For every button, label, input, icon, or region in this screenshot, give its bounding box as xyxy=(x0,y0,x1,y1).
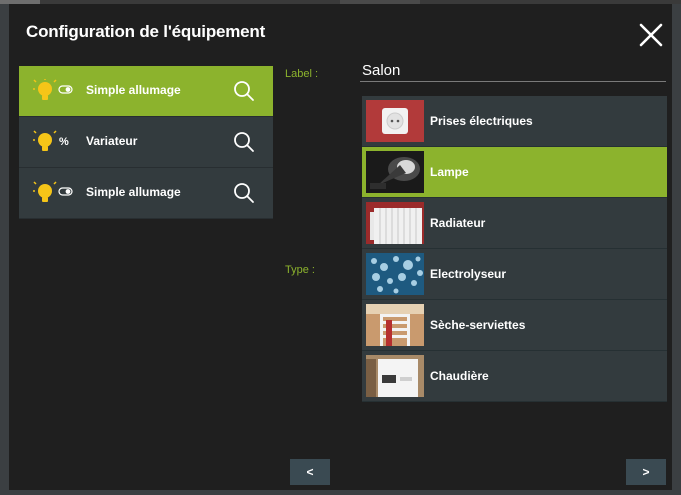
close-icon xyxy=(639,23,663,47)
type-label: Prises électriques xyxy=(430,114,533,128)
type-item-lampe[interactable]: Lampe xyxy=(362,147,667,198)
type-item-prises[interactable]: Prises électriques xyxy=(362,96,667,147)
type-field-label: Type : xyxy=(285,264,315,276)
bulb-switch-icon xyxy=(33,79,77,103)
electrolyser-photo xyxy=(366,253,424,295)
label-field-label: Label : xyxy=(285,68,319,80)
radiator-photo xyxy=(366,202,424,244)
close-button[interactable] xyxy=(638,22,664,48)
svg-text:%: % xyxy=(59,136,69,148)
type-item-radiateur[interactable]: Radiateur xyxy=(362,198,667,249)
search-icon[interactable] xyxy=(233,131,255,153)
bulb-switch-icon xyxy=(33,181,77,205)
label-input[interactable] xyxy=(360,60,666,82)
next-page-button[interactable]: > xyxy=(626,459,666,485)
towel-dryer-photo xyxy=(366,304,424,346)
type-label: Radiateur xyxy=(430,216,486,230)
background-bottom xyxy=(0,490,681,495)
device-list: Simple allumage % Variateur Simple allum… xyxy=(19,66,273,219)
search-icon[interactable] xyxy=(233,80,255,102)
search-icon[interactable] xyxy=(233,182,255,204)
type-item-electrolyseur[interactable]: Electrolyseur xyxy=(362,249,667,300)
type-item-chaudiere[interactable]: Chaudière xyxy=(362,351,667,402)
boiler-photo xyxy=(366,355,424,397)
device-label: Simple allumage xyxy=(86,83,181,97)
lamp-photo xyxy=(366,151,424,193)
device-item-simple-allumage-2[interactable]: Simple allumage xyxy=(19,168,273,219)
type-label: Sèche-serviettes xyxy=(430,318,526,332)
background-right xyxy=(672,4,681,495)
type-label: Chaudière xyxy=(430,369,489,383)
modal-title: Configuration de l'équipement xyxy=(26,22,266,41)
type-label: Lampe xyxy=(430,165,469,179)
type-label: Electrolyseur xyxy=(430,267,507,281)
type-list: Prises électriques Lampe Radiateur Elect… xyxy=(362,96,667,402)
device-item-variateur[interactable]: % Variateur xyxy=(19,117,273,168)
device-item-simple-allumage-1[interactable]: Simple allumage xyxy=(19,66,273,117)
type-item-seche-serviettes[interactable]: Sèche-serviettes xyxy=(362,300,667,351)
prev-page-button[interactable]: < xyxy=(290,459,330,485)
equipment-config-modal: Configuration de l'équipement Simple all… xyxy=(9,4,672,490)
bulb-dimmer-icon: % xyxy=(33,130,77,154)
device-label: Simple allumage xyxy=(86,185,181,199)
device-label: Variateur xyxy=(86,134,138,148)
background-left xyxy=(0,4,9,495)
socket-photo xyxy=(366,100,424,142)
